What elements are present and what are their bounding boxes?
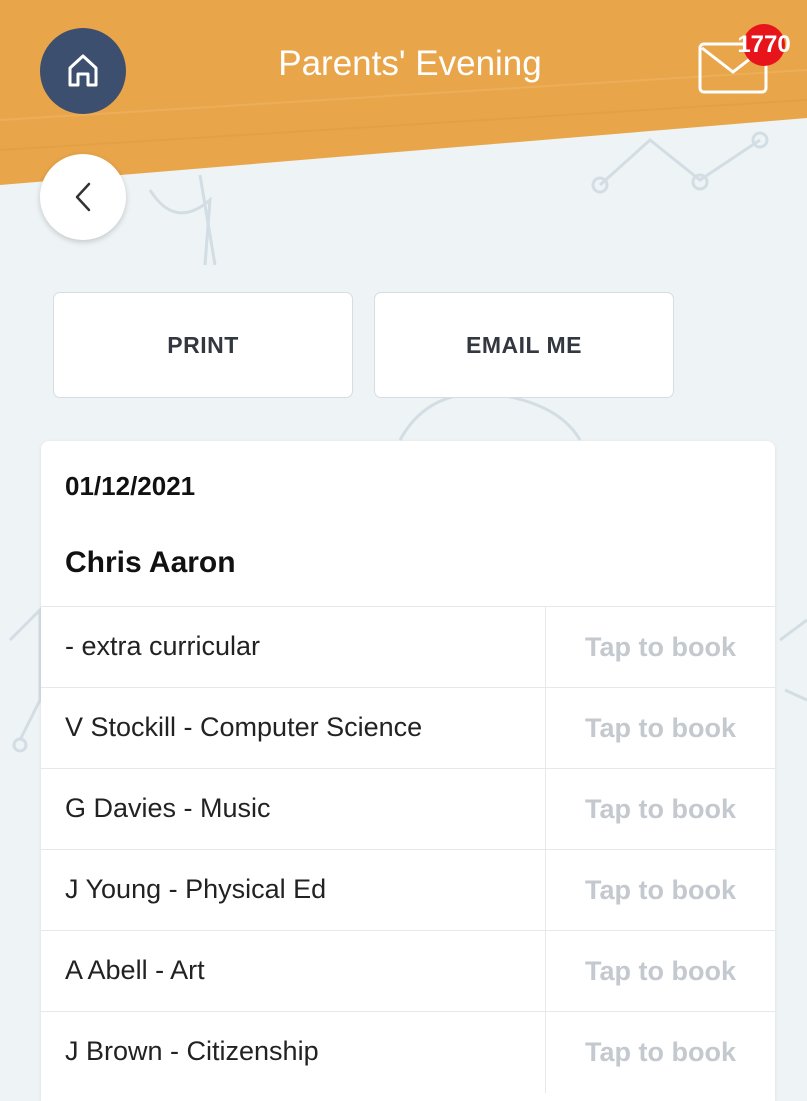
tap-to-book-button[interactable]: Tap to book xyxy=(546,850,775,931)
teacher-subject: J Young - Physical Ed xyxy=(65,874,327,904)
tap-to-book-button[interactable]: Tap to book xyxy=(546,769,775,850)
unread-count: 1770 xyxy=(737,24,791,66)
print-button[interactable]: PRINT xyxy=(53,292,353,398)
table-row: A Abell - Art Tap to book xyxy=(41,930,775,1012)
back-button[interactable] xyxy=(40,154,126,240)
teacher-subject: G Davies - Music xyxy=(65,793,271,823)
teacher-subject: A Abell - Art xyxy=(65,955,205,985)
table-row: J Brown - Citizenship Tap to book xyxy=(41,1011,775,1093)
booking-card: 01/12/2021 Chris Aaron - extra curricula… xyxy=(41,441,775,1101)
evening-date: 01/12/2021 xyxy=(65,471,196,501)
teacher-subject: J Brown - Citizenship xyxy=(65,1036,319,1066)
app-header xyxy=(0,0,807,185)
teacher-subject: - extra curricular xyxy=(65,631,261,661)
chevron-left-icon xyxy=(75,182,91,212)
table-row: G Davies - Music Tap to book xyxy=(41,768,775,850)
table-row: J Young - Physical Ed Tap to book xyxy=(41,849,775,931)
unread-count-badge: 1770 xyxy=(737,24,791,66)
header-background xyxy=(0,0,807,185)
home-button[interactable] xyxy=(40,28,126,114)
page-title: Parents' Evening xyxy=(278,44,542,83)
tap-to-book-button[interactable]: Tap to book xyxy=(546,607,775,688)
tap-to-book-button[interactable]: Tap to book xyxy=(546,1012,775,1093)
email-me-button[interactable]: EMAIL ME xyxy=(374,292,674,398)
home-icon xyxy=(68,54,98,87)
tap-to-book-button[interactable]: Tap to book xyxy=(546,688,775,769)
table-row: V Stockill - Computer Science Tap to boo… xyxy=(41,687,775,769)
teacher-subject: V Stockill - Computer Science xyxy=(65,712,423,742)
table-row: - extra curricular Tap to book xyxy=(41,606,775,688)
student-name: Chris Aaron xyxy=(65,546,236,579)
tap-to-book-button[interactable]: Tap to book xyxy=(546,931,775,1012)
